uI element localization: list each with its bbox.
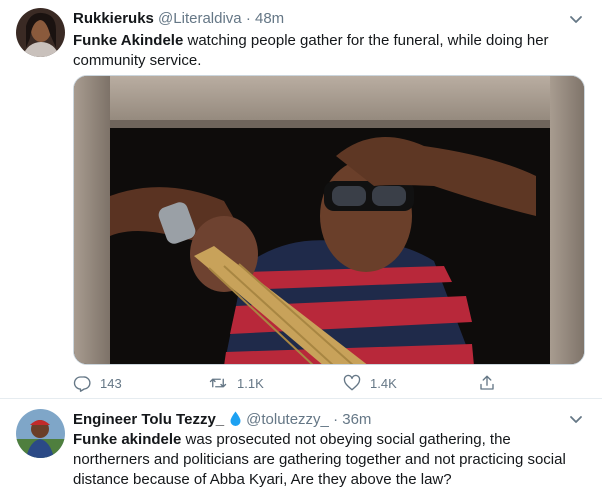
- chevron-down-icon[interactable]: [568, 411, 584, 427]
- user-handle[interactable]: @Literaldiva: [158, 10, 242, 27]
- share-icon: [480, 375, 494, 390]
- reply-count: 143: [100, 375, 122, 391]
- tweet-timestamp[interactable]: 36m: [342, 411, 371, 428]
- share-button[interactable]: [478, 372, 505, 394]
- display-name[interactable]: Engineer Tolu Tezzy_: [73, 411, 224, 428]
- tweet-rukkieruks[interactable]: Rukkieruks @Literaldiva · 48m Funke Akin…: [0, 0, 602, 398]
- tweet-actions: 143 1.1K 1.4K: [73, 372, 503, 394]
- like-count: 1.4K: [370, 375, 397, 391]
- display-name[interactable]: Rukkieruks: [73, 10, 154, 27]
- retweet-button[interactable]: 1.1K: [208, 372, 264, 394]
- tweet-tolutezzy[interactable]: Engineer Tolu Tezzy_ @tolutezzy_ · 36m Fu…: [0, 398, 602, 495]
- tweet-header: Engineer Tolu Tezzy_ @tolutezzy_ · 36m: [73, 410, 371, 430]
- avatar[interactable]: [16, 8, 65, 57]
- tweet-photo[interactable]: [73, 75, 585, 365]
- retweet-count: 1.1K: [237, 375, 264, 391]
- tweet-text: Funke Akindele watching people gather fo…: [73, 31, 585, 71]
- user-handle[interactable]: @tolutezzy_: [246, 411, 329, 428]
- avatar[interactable]: [16, 409, 65, 458]
- reply-button[interactable]: 143: [73, 372, 122, 394]
- tweet-header: Rukkieruks @Literaldiva · 48m: [73, 9, 284, 29]
- separator-dot: ·: [245, 10, 251, 27]
- droplet-emoji-icon: [230, 411, 241, 432]
- tweet-timestamp[interactable]: 48m: [255, 10, 284, 27]
- tweet-text-lead: Funke Akindele: [73, 32, 184, 49]
- heart-icon: [343, 374, 361, 391]
- retweet-icon: [209, 378, 227, 388]
- separator-dot: ·: [333, 411, 339, 428]
- chevron-down-icon[interactable]: [568, 11, 584, 27]
- tweet-text: Funke akindele was prosecuted not obeyin…: [73, 430, 585, 490]
- tweet-text-lead: Funke akindele: [73, 431, 182, 448]
- like-button[interactable]: 1.4K: [343, 372, 397, 394]
- reply-icon: [73, 376, 91, 392]
